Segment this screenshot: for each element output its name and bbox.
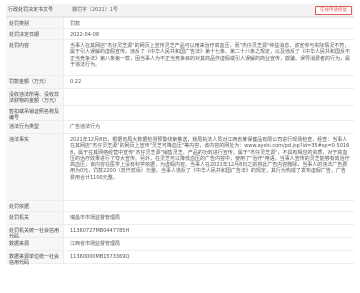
decision-number-value: 魏罚字〔2021〕1号 — [72, 7, 118, 13]
row-label: 处罚依据 — [6, 201, 64, 211]
table-row-authority-credit-code: 处罚机关统一社会信用代码 11360727MB0447785H — [6, 225, 354, 240]
row-value — [64, 89, 354, 95]
penalty-info-table: 处罚类别 罚款 处罚决定日期 2022-04-08 处罚内容 当事人在其网店"杰… — [6, 17, 354, 266]
row-label: 没收违法所得、没收非法财物的金额（万元） — [6, 89, 64, 105]
table-row-violation-facts: 违法事实 2021年12月8日，根据省局大数据检测预警线索推送，我局执法人员对江… — [6, 134, 354, 201]
table-row-penalty-basis: 处罚依据 — [6, 201, 354, 212]
row-value: 瑞昌市市场监督管理局 — [70, 215, 121, 221]
row-label: 罚款金额（万元） — [6, 76, 64, 88]
row-label: 处罚内容 — [6, 40, 64, 75]
table-row-penalty-authority: 处罚机关 瑞昌市市场监督管理局 — [6, 212, 354, 225]
penalty-header-row: 行政处罚决定书文号 魏罚字〔2021〕1号 在线申请修复 — [6, 4, 354, 17]
row-label: 处罚机关统一社会信用代码 — [6, 225, 64, 240]
table-row-confiscation-amount: 没收违法所得、没收非法财物的金额（万元） — [6, 89, 354, 106]
row-value: 江西省市场监督管理局 — [70, 241, 121, 247]
row-value — [64, 201, 354, 207]
table-row-decision-date: 处罚决定日期 2022-04-08 — [6, 29, 354, 40]
row-value: 当事人在其网店"杰仔灵芝源"的网页上宣传灵芝产品可以用来治疗高血压，而"杰仔灵芝… — [70, 43, 351, 68]
table-row-license-revocation: 暂扣或吊销证照名称及编号 — [6, 106, 354, 121]
table-row-penalty-category: 处罚类别 罚款 — [6, 18, 354, 29]
penalty-detail-panel: 行政处罚决定书文号 魏罚字〔2021〕1号 在线申请修复 处罚类别 罚款 处罚决… — [0, 0, 360, 293]
row-label: 违法事实 — [6, 134, 64, 200]
table-row-source-credit-code: 数据来源单位统一社会信用代码 11360000MB1573369Q — [6, 251, 354, 266]
decision-number-label: 行政处罚决定书文号 — [8, 7, 54, 13]
row-value: 2021年12月8日，根据省局大数据检测预警线索推送，我局执法人员对江西省某保健… — [70, 137, 350, 181]
table-row-violation-type: 违法行为类型 广告违法行为 — [6, 121, 354, 134]
online-repair-button[interactable]: 在线申请修复 — [315, 6, 352, 15]
row-label: 暂扣或吊销证照名称及编号 — [6, 106, 64, 121]
row-label: 处罚机关 — [6, 212, 64, 224]
table-row-data-source: 数据来源 江西省市场监督管理局 — [6, 238, 354, 251]
row-label: 数据来源 — [6, 238, 64, 250]
row-value — [64, 106, 354, 112]
row-value: 11360727MB0447785H — [70, 228, 130, 234]
row-value: 广告违法行为 — [70, 124, 101, 130]
table-row-fine-amount: 罚款金额（万元） 0.22 — [6, 76, 354, 89]
row-value: 0.22 — [70, 79, 82, 85]
row-label: 数据来源单位统一社会信用代码 — [6, 251, 64, 266]
table-row-penalty-content: 处罚内容 当事人在其网店"杰仔灵芝源"的网页上宣传灵芝产品可以用来治疗高血压，而… — [6, 40, 354, 76]
row-label: 处罚决定日期 — [6, 29, 64, 39]
row-label: 处罚类别 — [6, 18, 64, 28]
row-value: 11360000MB1573369Q — [70, 254, 130, 260]
row-label: 违法行为类型 — [6, 121, 64, 133]
